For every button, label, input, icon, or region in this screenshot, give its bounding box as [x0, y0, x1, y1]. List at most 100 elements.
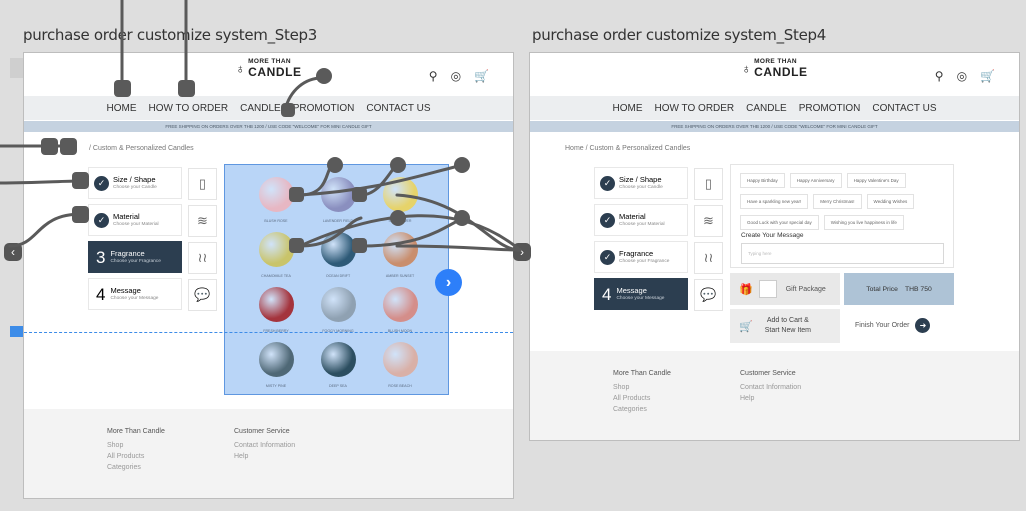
step-title: Size / Shape — [619, 174, 662, 184]
step-list: ✓ Size / Shape Choose your Candle ▯ ✓ Mat… — [88, 167, 217, 315]
fragrance-thumbnail — [382, 232, 418, 267]
breadcrumb[interactable]: / Custom & Personalized Candles — [89, 145, 194, 152]
nav-home[interactable]: HOME — [107, 103, 137, 114]
next-artboard-arrow[interactable]: › — [513, 243, 531, 261]
frame-title-step3: purchase order customize system_Step3 — [23, 26, 317, 44]
message-tag[interactable]: Merry Christmas! — [813, 194, 862, 209]
nav-candle[interactable]: CANDLE — [746, 103, 787, 114]
step-message[interactable]: 4 Message Choose your Message 💬 — [88, 278, 217, 311]
fragrance-option[interactable]: LAVENDER FIELD — [307, 177, 369, 225]
cart-icon[interactable]: 🛒 — [474, 69, 489, 83]
footer-link-contact[interactable]: Contact Information — [234, 441, 295, 452]
add-to-cart-label-2: Start New Item — [764, 327, 811, 334]
fragrance-option[interactable]: BLUSH ROSE — [245, 177, 307, 225]
step-size-shape[interactable]: ✓ Size / Shape Choose your Candle ▯ — [88, 167, 217, 200]
search-icon[interactable]: ⚲ — [935, 69, 944, 83]
message-tag[interactable]: Happy Birthday — [740, 173, 785, 188]
account-icon[interactable]: ◎ — [957, 69, 967, 83]
add-to-cart-button[interactable]: 🛒 Add to Cart & Start New Item — [730, 309, 840, 343]
fragrance-option[interactable]: DEEP SEA — [307, 342, 369, 390]
step-message[interactable]: 4 Message Choose your Message 💬 — [594, 278, 723, 311]
create-message-label: Create Your Message — [741, 232, 804, 239]
next-arrow-button[interactable]: › — [435, 269, 462, 296]
step-size-shape[interactable]: ✓ Size / Shape Choose your Candle ▯ — [594, 167, 723, 200]
footer-link-all-products[interactable]: All Products — [613, 394, 671, 405]
fragrance-thumbnail — [382, 177, 418, 212]
finish-order-button[interactable]: Finish Your Order ➜ — [855, 318, 931, 333]
main-nav: HOME HOW TO ORDER CANDLE PROMOTION CONTA… — [24, 96, 513, 120]
fragrance-thumbnail — [320, 287, 356, 322]
step-number: 4 — [602, 284, 612, 304]
message-tag[interactable]: Happy Valentine's Day — [846, 173, 906, 188]
footer-link-help[interactable]: Help — [740, 394, 801, 405]
message-tag[interactable]: Wishing you live happiness in life — [823, 215, 904, 230]
footer-heading: More Than Candle — [613, 370, 671, 377]
breadcrumb[interactable]: Home / Custom & Personalized Candles — [565, 145, 690, 152]
frame-title-step4: purchase order customize system_Step4 — [532, 26, 826, 44]
fragrance-option[interactable]: BLUSH MOON — [369, 287, 431, 335]
fragrance-option[interactable]: ROSE BEACH — [369, 342, 431, 390]
nav-home[interactable]: HOME — [613, 103, 643, 114]
step-material[interactable]: ✓ Material Choose your Material ≋ — [594, 204, 723, 237]
fragrance-option[interactable]: FOGGY MORNING — [307, 287, 369, 335]
nav-how-to-order[interactable]: HOW TO ORDER — [149, 103, 229, 114]
nav-how-to-order[interactable]: HOW TO ORDER — [655, 103, 735, 114]
layers-icon: ≋ — [694, 205, 723, 237]
fragrance-option[interactable]: OCEAN DRIFT — [307, 232, 369, 280]
logo-bottom-text: CANDLE — [754, 64, 808, 79]
footer-link-shop[interactable]: Shop — [107, 441, 165, 452]
add-to-cart-label: Add to Cart & — [766, 317, 809, 325]
footer-link-contact[interactable]: Contact Information — [740, 383, 801, 394]
footer-heading: More Than Candle — [107, 428, 165, 435]
step-fragrance[interactable]: 3 Fragrance Choose your Fragrance ≀≀ — [88, 241, 217, 274]
check-icon: ✓ — [600, 175, 615, 191]
footer-heading: Customer Service — [234, 428, 290, 435]
fragrance-name: SUNFLOWER — [388, 219, 412, 223]
gift-box-icon: 🎁 — [739, 283, 753, 296]
fragrance-option[interactable]: MISTY PINE — [245, 342, 307, 390]
footer-link-help[interactable]: Help — [234, 452, 295, 463]
total-price-label: Total Price — [866, 285, 898, 293]
account-icon[interactable]: ◎ — [451, 69, 461, 83]
cart-icon[interactable]: 🛒 — [980, 69, 995, 83]
nav-candle[interactable]: CANDLE — [240, 103, 281, 114]
fragrance-selection-panel: BLUSH ROSE LAVENDER FIELD SUNFLOWER CHAMOMI… — [224, 164, 462, 395]
fragrance-thumbnail — [258, 342, 294, 377]
step-title: Message — [110, 285, 141, 295]
step-fragrance[interactable]: ✓ Fragrance Choose your Fragrance ≀≀ — [594, 241, 723, 274]
prev-artboard-arrow[interactable]: ‹ — [4, 243, 22, 261]
step-subtitle: Choose your Material — [113, 221, 159, 227]
nav-contact-us[interactable]: CONTACT US — [366, 103, 430, 114]
search-icon[interactable]: ⚲ — [429, 69, 438, 83]
fragrance-name: MISTY PINE — [265, 384, 287, 388]
message-tag[interactable]: Happy Anniversary — [789, 173, 842, 188]
nav-promotion[interactable]: PROMOTION — [293, 103, 355, 114]
fragrance-thumbnail — [258, 177, 294, 212]
nav-promotion[interactable]: PROMOTION — [799, 103, 861, 114]
footer-link-shop[interactable]: Shop — [613, 383, 671, 394]
step-subtitle: Choose your Fragrance — [619, 258, 670, 264]
nav-contact-us[interactable]: CONTACT US — [872, 103, 936, 114]
message-tag[interactable]: Good Luck with your special day — [740, 215, 819, 230]
footer-link-all-products[interactable]: All Products — [107, 452, 165, 463]
fragrance-option[interactable]: CHAMOMILE TEA — [245, 232, 307, 280]
message-tag[interactable]: Wedding Wishes — [866, 194, 915, 209]
footer-link-categories[interactable]: Categories — [107, 463, 165, 474]
fragrance-option[interactable]: AMBER SUNSET — [369, 232, 431, 280]
gift-package-option[interactable]: 🎁 Gift Package — [730, 273, 840, 305]
scent-waves-icon: ≀≀ — [694, 242, 723, 274]
step-material[interactable]: ✓ Material Choose your Material ≋ — [88, 204, 217, 237]
artboard-step4: ♁ MORE THAN CANDLE ⚲ ◎ 🛒 HOME HOW TO ORDE… — [529, 52, 1020, 441]
step-number: 3 — [96, 247, 106, 267]
footer-link-categories[interactable]: Categories — [613, 405, 671, 416]
fragrance-thumbnail — [320, 342, 356, 377]
main-nav: HOME HOW TO ORDER CANDLE PROMOTION CONTA… — [530, 96, 1019, 120]
message-tag[interactable]: Have a sparkling new year! — [740, 194, 809, 209]
fragrance-option[interactable]: FRESH BERRY — [245, 287, 307, 335]
fragrance-option[interactable]: SUNFLOWER — [369, 177, 431, 225]
scroll-indicator — [10, 58, 23, 78]
message-input[interactable]: Typing here — [741, 243, 944, 264]
fragrance-thumbnail — [320, 232, 356, 267]
step-subtitle: Choose your Fragrance — [110, 258, 161, 264]
gift-package-checkbox[interactable] — [758, 280, 777, 298]
